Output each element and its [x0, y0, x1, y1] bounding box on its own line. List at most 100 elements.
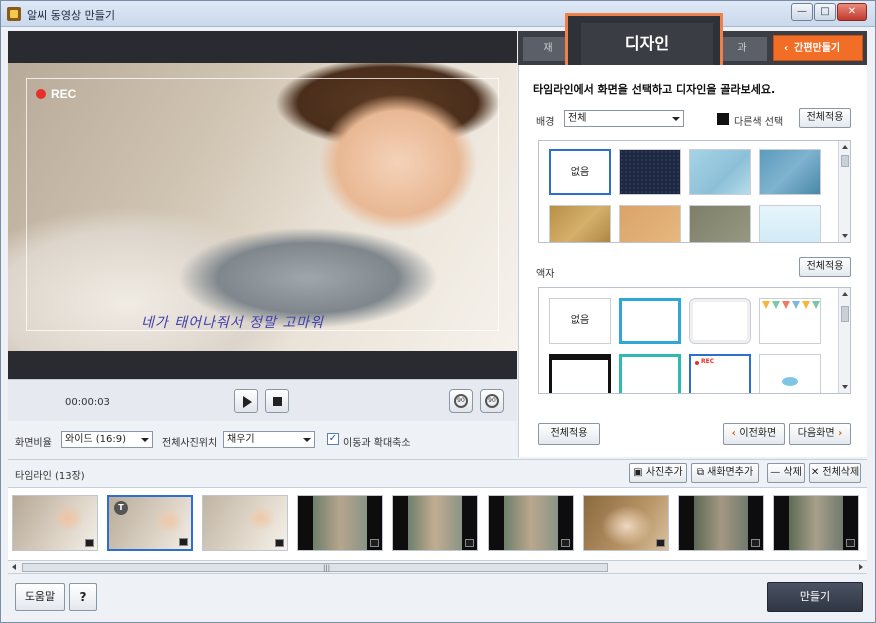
- aspect-ratio-label: 화면비율: [15, 438, 52, 449]
- tab-design[interactable]: 디자인: [581, 23, 713, 65]
- prev-screen-label: 이전화면: [739, 428, 777, 439]
- rec-dot-icon: [695, 361, 699, 365]
- background-tile-blue[interactable]: [759, 149, 821, 195]
- transition-icon: [465, 539, 474, 547]
- apply-all-bottom-button[interactable]: 전체적용: [538, 423, 600, 445]
- minimize-button[interactable]: —: [791, 3, 813, 21]
- prev-screen-button[interactable]: ‹ 이전화면: [723, 423, 785, 445]
- timeline-frame[interactable]: [773, 495, 859, 551]
- quick-make-button[interactable]: ‹ 간편만들기: [773, 35, 863, 61]
- frame-rec-label: REC: [701, 358, 715, 365]
- frame-tile-white-rounded[interactable]: [689, 298, 751, 344]
- stop-icon: [273, 397, 282, 406]
- scroll-up-icon[interactable]: [842, 292, 848, 296]
- new-screen-button[interactable]: ⧉ 새화면추가: [691, 463, 759, 483]
- preview-caption: 네가 태어나줘서 정말 고마워: [141, 315, 324, 331]
- next-screen-label: 다음화면: [797, 428, 835, 439]
- play-button[interactable]: [234, 389, 258, 413]
- timeline-frame[interactable]: [678, 495, 764, 551]
- photo-add-icon: ▣: [633, 467, 646, 478]
- transition-icon: [179, 538, 188, 546]
- help-button[interactable]: 도움말: [15, 583, 65, 611]
- scroll-thumb[interactable]: [841, 155, 849, 167]
- scroll-down-icon[interactable]: [842, 234, 848, 238]
- tab-partial-right[interactable]: 과: [717, 37, 767, 61]
- delete-all-label: 전체삭제: [822, 467, 860, 478]
- timeline-frame[interactable]: [202, 495, 288, 551]
- grip-icon: |||: [323, 564, 331, 572]
- timeline-frame[interactable]: [392, 495, 478, 551]
- frame-tile-bunting[interactable]: [759, 298, 821, 344]
- timeline-frame[interactable]: [488, 495, 574, 551]
- app-window: 알씨 동영상 만들기 — □ ✕ REC 네가 태어나줘서 정말 고마워 00:…: [0, 0, 876, 623]
- transition-icon: [370, 539, 379, 547]
- background-grid: 없음: [538, 140, 851, 243]
- background-label: 배경: [536, 117, 555, 128]
- frame-tile-whale[interactable]: [759, 354, 821, 393]
- scroll-left-icon[interactable]: [12, 564, 16, 570]
- rotate-left-button[interactable]: 90: [449, 389, 473, 413]
- stop-button[interactable]: [265, 389, 289, 413]
- background-apply-all-button[interactable]: 전체적용: [799, 108, 851, 128]
- background-tile-olive[interactable]: [689, 205, 751, 242]
- next-screen-button[interactable]: 다음화면 ›: [789, 423, 851, 445]
- background-scrollbar[interactable]: [838, 141, 850, 242]
- chevron-down-icon: [303, 438, 311, 442]
- title-bar: [1, 1, 875, 27]
- add-photo-label: 사진추가: [645, 467, 683, 478]
- chevron-right-icon: ›: [834, 428, 843, 439]
- photo-position-select[interactable]: 채우기: [223, 431, 315, 448]
- quick-make-label: 간편만들기: [794, 43, 841, 54]
- design-instruction: 타임라인에서 화면을 선택하고 디자인을 골라보세요.: [533, 83, 776, 96]
- make-button[interactable]: 만들기: [767, 582, 863, 612]
- timeline-title: 타임라인 (13장): [15, 471, 85, 482]
- question-button[interactable]: ?: [69, 583, 97, 611]
- background-tile-lightblue[interactable]: [689, 149, 751, 195]
- preview-frame-overlay: [26, 78, 499, 331]
- rotate-right-icon: 90: [485, 394, 499, 408]
- background-tile-navy[interactable]: [619, 149, 681, 195]
- frame-tile-blue-border[interactable]: [619, 298, 681, 344]
- add-photo-button[interactable]: ▣ 사진추가: [629, 463, 687, 483]
- scroll-up-icon[interactable]: [842, 145, 848, 149]
- delete-button[interactable]: — 삭제: [767, 463, 805, 483]
- scroll-thumb[interactable]: |||: [22, 563, 608, 572]
- chevron-down-icon: [672, 117, 680, 121]
- timeline-frame[interactable]: [583, 495, 669, 551]
- window-title: 알씨 동영상 만들기: [27, 9, 115, 22]
- zoom-checkbox[interactable]: ✓: [327, 433, 339, 445]
- transition-icon: [561, 539, 570, 547]
- scroll-right-icon[interactable]: [859, 564, 863, 570]
- x-icon: ✕: [810, 467, 823, 478]
- background-tile-gold[interactable]: [549, 205, 611, 242]
- background-tile-sky[interactable]: [759, 205, 821, 242]
- timeline-frame-selected[interactable]: T: [107, 495, 193, 551]
- scroll-down-icon[interactable]: [842, 385, 848, 389]
- chevron-down-icon: [141, 438, 149, 442]
- delete-all-button[interactable]: ✕ 전체삭제: [809, 463, 861, 483]
- other-color-label[interactable]: 다른색 선택: [734, 113, 783, 128]
- close-button[interactable]: ✕: [837, 3, 867, 21]
- frame-tile-teal[interactable]: [619, 354, 681, 393]
- scroll-thumb[interactable]: [841, 306, 849, 322]
- whale-icon: [782, 377, 798, 386]
- frame-none-tile[interactable]: 없음: [549, 298, 611, 344]
- background-tile-tan[interactable]: [619, 205, 681, 242]
- timeline-scrollbar[interactable]: |||: [8, 561, 867, 574]
- frame-grid: 없음 REC: [538, 287, 851, 394]
- background-select[interactable]: 전체: [564, 110, 684, 127]
- timeline-frame[interactable]: [297, 495, 383, 551]
- rotate-right-button[interactable]: 90: [480, 389, 504, 413]
- frame-tile-film[interactable]: [549, 354, 611, 393]
- aspect-ratio-select[interactable]: 와이드 (16:9): [61, 431, 153, 448]
- maximize-button[interactable]: □: [814, 3, 836, 21]
- background-none-tile[interactable]: 없음: [549, 149, 611, 195]
- frame-tile-rec[interactable]: REC: [689, 354, 751, 393]
- frame-apply-all-button[interactable]: 전체적용: [799, 257, 851, 277]
- color-swatch[interactable]: [717, 113, 729, 125]
- timeline-frame[interactable]: [12, 495, 98, 551]
- delete-label: 삭제: [783, 467, 802, 478]
- photo-position-label: 전체사진위치: [162, 438, 218, 449]
- frame-scrollbar[interactable]: [838, 288, 850, 393]
- minus-icon: —: [770, 467, 784, 478]
